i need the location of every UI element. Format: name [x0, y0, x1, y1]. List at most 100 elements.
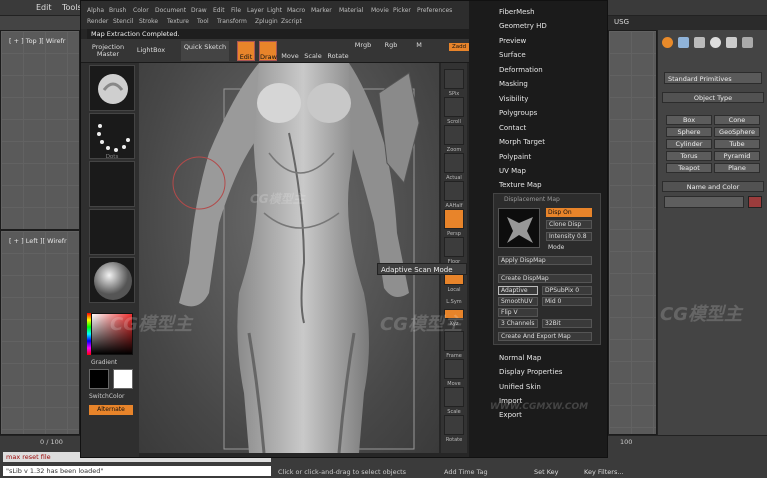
- apply-dispmap-button[interactable]: Apply DispMap: [498, 256, 592, 265]
- menu-transform[interactable]: Transform: [217, 18, 247, 25]
- masking-item[interactable]: Masking: [499, 80, 528, 88]
- surface-item[interactable]: Surface: [499, 51, 526, 59]
- fibermesh-item[interactable]: FiberMesh: [499, 8, 535, 16]
- morph-target-item[interactable]: Morph Target: [499, 138, 545, 146]
- menu-render[interactable]: Render: [87, 18, 108, 25]
- actual-button[interactable]: [444, 153, 464, 173]
- object-type-header[interactable]: Object Type: [662, 92, 764, 103]
- menu-picker[interactable]: Picker: [393, 7, 411, 14]
- mrgb-button[interactable]: Mrgb: [351, 41, 375, 61]
- sculpt-canvas[interactable]: [139, 63, 439, 453]
- menu-layer[interactable]: Layer: [247, 7, 264, 14]
- pyramid-button[interactable]: Pyramid: [714, 151, 760, 161]
- box-button[interactable]: Box: [666, 115, 712, 125]
- viewport-left[interactable]: [ + ] Left ][ Wirefr: [0, 230, 80, 435]
- menu-preferences[interactable]: Preferences: [417, 7, 452, 14]
- uv-map-item[interactable]: UV Map: [499, 167, 526, 175]
- object-name-field[interactable]: [664, 196, 744, 208]
- menu-movie[interactable]: Movie: [371, 7, 389, 14]
- mode-button[interactable]: Mode: [548, 244, 564, 251]
- key-filters-button[interactable]: Key Filters...: [584, 468, 624, 476]
- menu-color[interactable]: Color: [133, 7, 149, 14]
- texture-map-item[interactable]: Texture Map: [499, 181, 542, 189]
- flip-v-toggle[interactable]: Flip V: [498, 308, 538, 317]
- utilities-icon[interactable]: [742, 37, 753, 48]
- disp-on-toggle[interactable]: Disp On: [546, 208, 592, 217]
- geosphere-button[interactable]: GeoSphere: [714, 127, 760, 137]
- smoothuv-toggle[interactable]: SmoothUV: [498, 297, 538, 306]
- set-key-button[interactable]: Set Key: [534, 468, 559, 476]
- create-dispmap-button[interactable]: Create DispMap: [498, 274, 592, 283]
- menu-texture[interactable]: Texture: [167, 18, 189, 25]
- add-time-tag[interactable]: Add Time Tag: [444, 468, 488, 476]
- scale-button[interactable]: Scale: [303, 41, 323, 61]
- brush-thumbnail[interactable]: [89, 65, 135, 111]
- clone-disp-button[interactable]: Clone Disp: [546, 220, 592, 229]
- quick-sketch-button[interactable]: Quick Sketch: [181, 41, 229, 61]
- plane-button[interactable]: Plane: [714, 163, 760, 173]
- unified-skin-item[interactable]: Unified Skin: [499, 383, 541, 391]
- persp-button[interactable]: [444, 209, 464, 229]
- displacement-map-title[interactable]: Displacement Map: [504, 196, 560, 203]
- menu-file[interactable]: File: [231, 7, 241, 14]
- display-icon[interactable]: [726, 37, 737, 48]
- scale-view-button[interactable]: [444, 387, 464, 407]
- projection-master-button[interactable]: Projection Master: [87, 41, 129, 61]
- modify-icon[interactable]: [678, 37, 689, 48]
- menu-document[interactable]: Document: [155, 7, 186, 14]
- geometry-hd-item[interactable]: Geometry HD: [499, 22, 547, 30]
- aahalf-button[interactable]: [444, 181, 464, 201]
- zadd-button[interactable]: Zadd: [449, 43, 469, 51]
- menu-material[interactable]: Material: [339, 7, 363, 14]
- display-properties-item[interactable]: Display Properties: [499, 368, 562, 376]
- menu-tool[interactable]: Tool: [197, 18, 209, 25]
- menu-tools[interactable]: Tools: [62, 3, 82, 12]
- hierarchy-icon[interactable]: [694, 37, 705, 48]
- intensity-slider[interactable]: Intensity 0.8: [546, 232, 592, 241]
- torus-button[interactable]: Torus: [666, 151, 712, 161]
- name-color-header[interactable]: Name and Color: [662, 181, 764, 192]
- viewport-top[interactable]: [ + ] Top ][ Wirefr: [0, 30, 80, 230]
- switch-color-button[interactable]: SwitchColor: [89, 393, 125, 400]
- normal-map-item[interactable]: Normal Map: [499, 354, 541, 362]
- polypaint-item[interactable]: Polypaint: [499, 153, 531, 161]
- mid-slider[interactable]: Mid 0: [542, 297, 592, 306]
- stroke-thumbnail[interactable]: [89, 113, 135, 159]
- contact-item[interactable]: Contact: [499, 124, 526, 132]
- gradient-label[interactable]: Gradient: [91, 359, 117, 366]
- rotate-button[interactable]: Rotate: [327, 41, 349, 61]
- menu-edit[interactable]: Edit: [36, 3, 52, 12]
- menu-edit[interactable]: Edit: [213, 7, 225, 14]
- menu-stencil[interactable]: Stencil: [113, 18, 133, 25]
- primitives-dropdown[interactable]: Standard Primitives: [664, 72, 762, 84]
- sun-icon[interactable]: [662, 37, 673, 48]
- lsym-label[interactable]: L.Sym: [441, 299, 467, 305]
- secondary-color-swatch[interactable]: [113, 369, 133, 389]
- viewport-perspective[interactable]: [608, 30, 657, 435]
- create-export-map-button[interactable]: Create And Export Map: [498, 332, 592, 341]
- visibility-item[interactable]: Visibility: [499, 95, 528, 103]
- lightbox-button[interactable]: LightBox: [133, 41, 169, 61]
- menu-draw[interactable]: Draw: [191, 7, 207, 14]
- spix-button[interactable]: [444, 69, 464, 89]
- move-button[interactable]: Move: [281, 41, 299, 61]
- polygroups-item[interactable]: Polygroups: [499, 109, 537, 117]
- rgb-button[interactable]: Rgb: [381, 41, 401, 61]
- viewport-label-top[interactable]: [ + ] Top ][ Wirefr: [9, 37, 65, 45]
- viewport-label-left[interactable]: [ + ] Left ][ Wirefr: [9, 237, 67, 245]
- alpha-thumbnail[interactable]: [89, 161, 135, 207]
- sphere-button[interactable]: Sphere: [666, 127, 712, 137]
- preview-item[interactable]: Preview: [499, 37, 526, 45]
- floor-button[interactable]: [444, 237, 464, 257]
- move-view-button[interactable]: [444, 359, 464, 379]
- main-color-swatch[interactable]: [89, 369, 109, 389]
- tube-button[interactable]: Tube: [714, 139, 760, 149]
- rotate-view-button[interactable]: [444, 415, 464, 435]
- motion-icon[interactable]: [710, 37, 721, 48]
- menu-zscript[interactable]: Zscript: [281, 18, 302, 25]
- object-color-swatch[interactable]: [748, 196, 762, 208]
- export-item[interactable]: Export: [499, 411, 522, 419]
- draw-button[interactable]: Draw: [259, 41, 277, 61]
- menu-alpha[interactable]: Alpha: [87, 7, 104, 14]
- edit-button[interactable]: Edit: [237, 41, 255, 61]
